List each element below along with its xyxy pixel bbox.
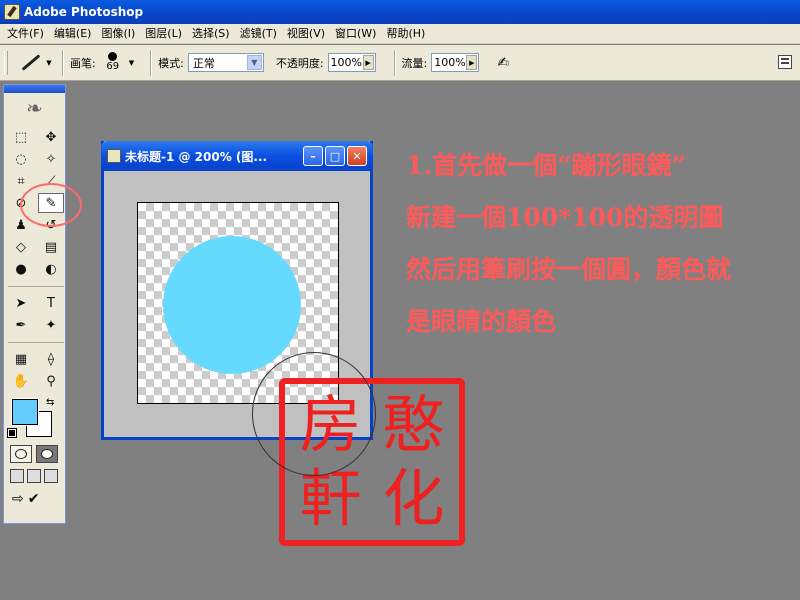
color-picker-area: ⇆ [7, 395, 65, 441]
brush-size: 69 [106, 61, 120, 72]
foreground-color-swatch[interactable] [11, 398, 39, 426]
document-title: 未标题-1 @ 200% (图... [125, 149, 268, 164]
brush-highlight-circle [20, 183, 82, 227]
tool-divider [8, 337, 64, 343]
chevron-down-icon[interactable]: ▼ [129, 59, 134, 67]
check-icon[interactable]: ✔ [28, 491, 40, 507]
blue-circle [163, 236, 301, 374]
airbrush-icon[interactable]: ✍ [491, 53, 515, 73]
screen-mode-row [4, 463, 65, 483]
quick-mask-button[interactable] [36, 445, 58, 463]
full-screen-menu-icon[interactable] [27, 469, 41, 483]
full-screen-icon[interactable] [44, 469, 58, 483]
default-colors-icon[interactable] [7, 428, 17, 438]
hand-icon[interactable]: ✋ [8, 371, 34, 391]
toolbox-header[interactable] [4, 85, 65, 93]
document-icon [107, 149, 121, 163]
menu-edit[interactable]: 编辑(E) [49, 24, 97, 44]
minimize-button[interactable]: – [303, 146, 323, 166]
tool-divider [8, 281, 64, 287]
menu-bar: 文件(F) 编辑(E) 图像(I) 图层(L) 选择(S) 滤镜(T) 视图(V… [0, 24, 800, 44]
lasso-icon[interactable]: ◌ [8, 149, 34, 169]
seal-char: 化 [382, 462, 445, 535]
path-select-icon[interactable]: ➤ [8, 293, 34, 313]
menu-select[interactable]: 选择(S) [187, 24, 235, 44]
standard-screen-icon[interactable] [10, 469, 24, 483]
options-divider [62, 49, 64, 76]
opacity-value: 100% [330, 56, 362, 69]
jump-to-imageready-icon[interactable]: ⇨ [12, 491, 24, 507]
jump-row: ⇨ ✔ [4, 483, 65, 507]
maximize-button[interactable]: □ [325, 146, 345, 166]
annotation-line: 是眼睛的顏色 [406, 307, 557, 336]
annotation-line: 新建一個100*100的透明圖 [406, 203, 724, 232]
flow-field[interactable]: 100% ▶ [431, 53, 480, 72]
opacity-field[interactable]: 100% ▶ [327, 53, 376, 72]
menu-window[interactable]: 窗口(W) [330, 24, 381, 44]
flow-value: 100% [434, 56, 466, 69]
options-divider [150, 49, 153, 76]
brush-label: 画笔: [70, 56, 96, 70]
dodge-icon[interactable]: ◐ [38, 259, 64, 279]
tutorial-annotation: 1.首先做一個“蹦形眼鏡” 新建一個100*100的透明圖 然后用筆刷按一個圓，… [406, 140, 798, 348]
standard-mode-icon [15, 449, 27, 459]
menu-layer[interactable]: 图层(L) [140, 24, 187, 44]
shape-icon[interactable]: ✦ [38, 315, 64, 335]
document-title-bar[interactable]: 未标题-1 @ 200% (图... – □ ✕ [101, 141, 373, 171]
chevron-down-icon[interactable]: ▼ [246, 55, 262, 70]
flow-label: 流量: [401, 56, 428, 70]
window-title: Adobe Photoshop [24, 5, 144, 19]
tool-preset-picker[interactable]: ▼ [16, 50, 56, 76]
palette-well-icon[interactable] [778, 55, 792, 69]
mode-label: 模式: [158, 56, 184, 70]
type-icon[interactable]: T [38, 293, 64, 313]
title-bar: Adobe Photoshop [0, 0, 800, 24]
mode-value: 正常 [192, 56, 215, 70]
menu-help[interactable]: 帮助(H) [381, 24, 430, 44]
marquee-icon[interactable]: ⬚ [8, 127, 34, 147]
zoom-icon[interactable]: ⚲ [38, 371, 64, 391]
magic-wand-icon[interactable]: ✧ [38, 149, 64, 169]
opacity-label: 不透明度: [275, 56, 324, 70]
gradient-icon[interactable]: ▤ [38, 237, 64, 257]
eyedropper-icon[interactable]: ⟠ [38, 349, 64, 369]
seal-char: 憨 [382, 388, 445, 461]
annotation-line: 然后用筆刷按一個圓，顏色就 [406, 255, 732, 284]
photoshop-app-icon [4, 4, 20, 20]
edit-mode-row [4, 441, 65, 463]
menu-view[interactable]: 视图(V) [282, 24, 330, 44]
brush-picker[interactable]: 69 [100, 49, 126, 77]
swap-colors-icon[interactable]: ⇆ [46, 397, 54, 408]
standard-mode-button[interactable] [10, 445, 32, 463]
close-button[interactable]: ✕ [347, 146, 367, 166]
move-icon[interactable]: ✥ [38, 127, 64, 147]
tool-grid: ⬚ ✥ ◌ ✧ ⌗ ⟋ ⊘ ✎ ♟ ↺ ◇ ▤ ● ◐ ➤ T ✒ ✦ ▦ ⟠ … [4, 123, 65, 391]
chevron-right-icon[interactable]: ▶ [362, 55, 374, 70]
annotation-line: 1.首先做一個“蹦形眼鏡” [406, 151, 686, 180]
blur-icon[interactable]: ● [8, 259, 34, 279]
brush-icon [21, 54, 41, 71]
feather-logo-icon[interactable]: ❧ [4, 93, 65, 123]
options-bar: ▼ 画笔: 69 ▼ 模式: 正常 ▼ 不透明度: 100% ▶ 流量: 100… [0, 45, 800, 81]
mode-select[interactable]: 正常 ▼ [187, 53, 264, 72]
eraser-icon[interactable]: ◇ [8, 237, 34, 257]
toolbox: ❧ ⬚ ✥ ◌ ✧ ⌗ ⟋ ⊘ ✎ ♟ ↺ ◇ ▤ ● ◐ ➤ T ✒ ✦ ▦ … [3, 84, 66, 524]
menu-file[interactable]: 文件(F) [2, 24, 49, 44]
quick-mask-icon [41, 449, 53, 459]
menu-image[interactable]: 图像(I) [96, 24, 140, 44]
brush-tip-icon [108, 52, 118, 61]
options-divider [393, 49, 396, 76]
notes-icon[interactable]: ▦ [8, 349, 34, 369]
menu-filter[interactable]: 滤镜(T) [235, 24, 282, 44]
chevron-down-icon: ▼ [46, 58, 52, 67]
options-grip[interactable] [4, 50, 8, 75]
chevron-right-icon[interactable]: ▶ [466, 55, 478, 70]
brush-cursor-outline [252, 352, 376, 476]
pen-icon[interactable]: ✒ [8, 315, 34, 335]
